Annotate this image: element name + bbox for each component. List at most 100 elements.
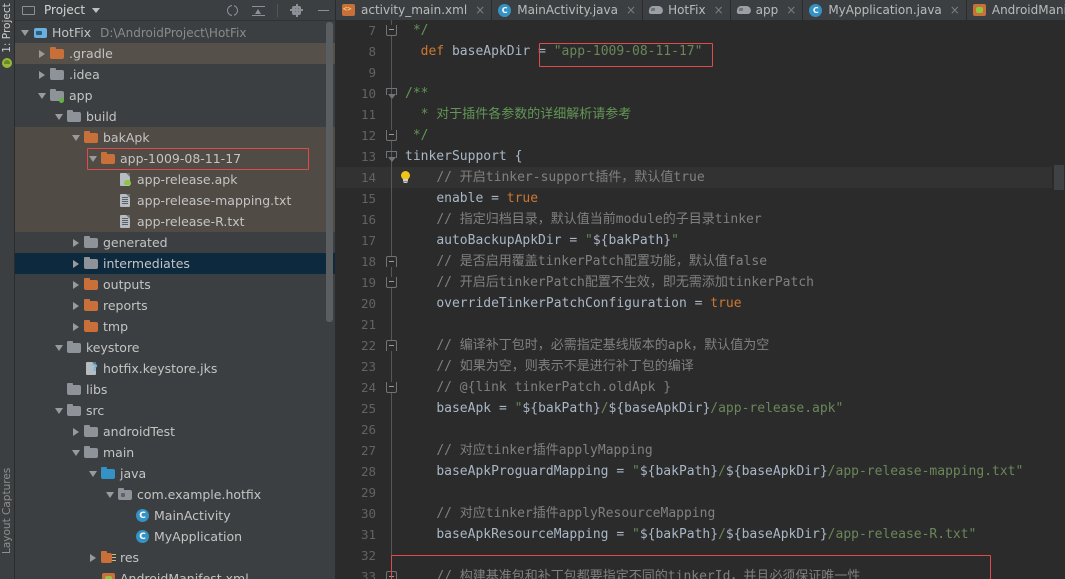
tree-twisty-collapsed[interactable]: [70, 301, 82, 310]
code-fold-gutter[interactable]: [383, 440, 401, 461]
code-line-7[interactable]: 7 */: [336, 20, 1065, 41]
code-fold-gutter[interactable]: [383, 209, 401, 230]
collapse-all-icon[interactable]: [251, 3, 266, 18]
tree-row-.idea[interactable]: .idea: [15, 64, 335, 85]
code-lines[interactable]: 7 */8 def baseApkDir = "app-1009-08-11-1…: [336, 20, 1065, 579]
code-line-8[interactable]: 8 def baseApkDir = "app-1009-08-11-17": [336, 41, 1065, 62]
tree-row-.gradle[interactable]: .gradle: [15, 43, 335, 64]
code-line-22[interactable]: 22 // 编译补丁包时，必需指定基线版本的apk，默认值为空: [336, 335, 1065, 356]
tree-twisty-expanded[interactable]: [53, 407, 65, 414]
tree-row-com.example.hotfix[interactable]: com.example.hotfix: [15, 484, 335, 505]
code-line-32[interactable]: 32: [336, 545, 1065, 566]
tree-row-app-release-r.txt[interactable]: app-release-R.txt: [15, 211, 335, 232]
code-fold-gutter[interactable]: [383, 335, 401, 356]
code-fold-gutter[interactable]: [383, 356, 401, 377]
close-icon[interactable]: ×: [626, 3, 636, 17]
tree-row-app-1009-08-11-17[interactable]: app-1009-08-11-17: [15, 148, 335, 169]
code-line-29[interactable]: 29: [336, 482, 1065, 503]
minimize-icon[interactable]: [316, 3, 331, 18]
tree-row-bakapk[interactable]: bakApk: [15, 127, 335, 148]
code-line-21[interactable]: 21: [336, 314, 1065, 335]
editor-tab-myapplication.java[interactable]: C MyApplication.java ×: [803, 0, 967, 20]
editor-scrollbar-thumb[interactable]: [1054, 165, 1064, 190]
tool-tab-layout-captures[interactable]: Layout Captures: [1, 468, 13, 554]
code-fold-region-icon[interactable]: [386, 88, 397, 99]
close-icon[interactable]: ×: [714, 3, 724, 17]
code-fold-start-icon[interactable]: [386, 340, 397, 351]
code-line-30[interactable]: 30 // 对应tinker插件applyResourceMapping: [336, 503, 1065, 524]
code-line-13[interactable]: 13 tinkerSupport {: [336, 146, 1065, 167]
tree-row-androidmanifest.xml[interactable]: AndroidManifest.xml: [15, 568, 335, 579]
tree-twisty-collapsed[interactable]: [70, 427, 82, 436]
editor-scrollbar[interactable]: [1052, 20, 1065, 579]
tree-row-libs[interactable]: libs: [15, 379, 335, 400]
tree-row-hotfix[interactable]: HotFix D:\AndroidProject\HotFix: [15, 22, 335, 43]
code-fold-end-icon[interactable]: [386, 25, 397, 36]
code-fold-end-icon[interactable]: [386, 382, 397, 393]
settings-gear-icon[interactable]: [289, 3, 304, 18]
code-fold-end-icon[interactable]: [386, 277, 397, 288]
editor-tab-bar[interactable]: activity_main.xml×CMainActivity.java×Hot…: [336, 0, 1065, 20]
tree-row-outputs[interactable]: outputs: [15, 274, 335, 295]
tree-row-keystore[interactable]: keystore: [15, 337, 335, 358]
tree-twisty-expanded[interactable]: [87, 470, 99, 477]
code-line-18[interactable]: 18 // 是否启用覆盖tinkerPatch配置功能，默认值false: [336, 251, 1065, 272]
tree-twisty-expanded[interactable]: [53, 113, 65, 120]
tree-twisty-collapsed[interactable]: [87, 553, 99, 562]
tree-row-res[interactable]: res: [15, 547, 335, 568]
code-fold-gutter[interactable]: [383, 167, 401, 188]
tree-row-hotfix.keystore.jks[interactable]: hotfix.keystore.jks: [15, 358, 335, 379]
tree-row-myapplication[interactable]: C MyApplication: [15, 526, 335, 547]
editor-tab-androidmanifest.[interactable]: AndroidManifest.: [967, 0, 1065, 20]
code-line-23[interactable]: 23 // 如果为空，则表示不是进行补丁包的编译: [336, 356, 1065, 377]
tree-row-mainactivity[interactable]: C MainActivity: [15, 505, 335, 526]
tree-twisty-collapsed[interactable]: [70, 322, 82, 331]
editor-tab-mainactivity.java[interactable]: C MainActivity.java ×: [492, 0, 644, 20]
code-line-28[interactable]: 28 baseApkProguardMapping = "${bakPath}/…: [336, 461, 1065, 482]
tree-twisty-expanded[interactable]: [19, 29, 31, 36]
tree-row-main[interactable]: main: [15, 442, 335, 463]
code-fold-gutter[interactable]: [383, 461, 401, 482]
tree-twisty-expanded[interactable]: [53, 344, 65, 351]
tree-row-tmp[interactable]: tmp: [15, 316, 335, 337]
code-fold-gutter[interactable]: [383, 419, 401, 440]
code-fold-gutter[interactable]: [383, 314, 401, 335]
code-fold-gutter[interactable]: [383, 545, 401, 566]
code-fold-gutter[interactable]: [383, 188, 401, 209]
chevron-down-icon[interactable]: [92, 7, 101, 13]
code-fold-gutter[interactable]: [383, 398, 401, 419]
intention-bulb-icon[interactable]: [400, 171, 411, 184]
target-locate-icon[interactable]: [225, 2, 240, 18]
code-fold-gutter[interactable]: [383, 62, 401, 83]
code-fold-gutter[interactable]: [383, 230, 401, 251]
editor-tab-activity-main.xml[interactable]: activity_main.xml ×: [336, 0, 493, 20]
tree-twisty-collapsed[interactable]: [70, 238, 82, 247]
project-scrollbar[interactable]: [326, 22, 333, 342]
code-line-16[interactable]: 16 // 指定归档目录，默认值当前module的子目录tinker: [336, 209, 1065, 230]
tree-twisty-collapsed[interactable]: [36, 49, 48, 58]
code-fold-gutter[interactable]: [383, 377, 401, 398]
code-fold-gutter[interactable]: [383, 482, 401, 503]
close-icon[interactable]: ×: [475, 3, 485, 17]
code-line-31[interactable]: 31 baseApkResourceMapping = "${bakPath}/…: [336, 524, 1065, 545]
tree-twisty-expanded[interactable]: [87, 155, 99, 162]
code-fold-gutter[interactable]: [383, 125, 401, 146]
code-fold-start-icon[interactable]: [386, 571, 397, 579]
code-line-20[interactable]: 20 overrideTinkerPatchConfiguration = tr…: [336, 293, 1065, 314]
code-line-14[interactable]: 14 // 开启tinker-support插件，默认值true: [336, 167, 1065, 188]
code-fold-gutter[interactable]: [383, 146, 401, 167]
tree-row-src[interactable]: src: [15, 400, 335, 421]
editor-tab-app[interactable]: app ×: [731, 0, 804, 20]
close-icon[interactable]: ×: [950, 3, 960, 17]
code-fold-gutter[interactable]: [383, 83, 401, 104]
tree-row-intermediates[interactable]: intermediates: [15, 253, 335, 274]
close-icon[interactable]: ×: [786, 3, 796, 17]
tree-twisty-expanded[interactable]: [70, 134, 82, 141]
code-viewport[interactable]: 7 */8 def baseApkDir = "app-1009-08-11-1…: [336, 20, 1065, 579]
code-line-25[interactable]: 25 baseApk = "${bakPath}/${baseApkDir}/a…: [336, 398, 1065, 419]
code-fold-region-icon[interactable]: [386, 151, 397, 162]
code-line-12[interactable]: 12 */: [336, 125, 1065, 146]
tree-row-app-release.apk[interactable]: app-release.apk: [15, 169, 335, 190]
code-fold-gutter[interactable]: [383, 104, 401, 125]
code-line-9[interactable]: 9: [336, 62, 1065, 83]
